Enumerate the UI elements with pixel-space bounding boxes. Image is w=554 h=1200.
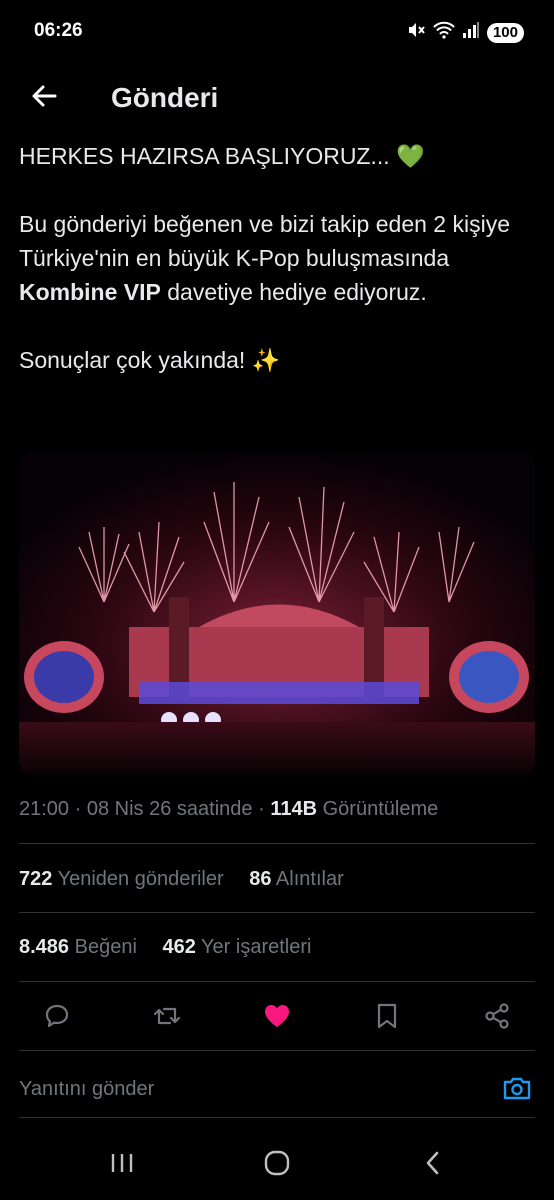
- views-label: Görüntüleme: [322, 798, 439, 820]
- wifi-icon: [433, 21, 455, 44]
- like-button[interactable]: [257, 998, 297, 1038]
- recent-apps-button[interactable]: [102, 1149, 142, 1181]
- stats-row-reposts: 722 Yeniden gönderiler 86 Alıntılar: [19, 868, 364, 891]
- reply-button[interactable]: [37, 998, 77, 1038]
- likes-count: 8.486: [19, 936, 70, 958]
- quotes-stat[interactable]: 86 Alıntılar: [249, 868, 344, 890]
- page-title: Gönderi: [111, 82, 219, 113]
- stats-row-likes: 8.486 Beğeni 462 Yer işaretleri: [19, 936, 331, 959]
- bookmark-icon: [374, 1002, 400, 1035]
- divider: [19, 1117, 535, 1118]
- post-paragraph-2: Bu gönderiyi beğenen ve bizi takip eden …: [19, 207, 539, 309]
- share-button[interactable]: [477, 998, 517, 1038]
- recent-apps-icon: [109, 1151, 135, 1180]
- repost-button[interactable]: [147, 998, 187, 1038]
- status-time: 06:26: [34, 20, 83, 41]
- action-bar: [19, 996, 535, 1040]
- post-time: 21:00: [19, 798, 70, 820]
- camera-icon: [502, 1074, 532, 1107]
- signal-icon: [462, 21, 480, 44]
- divider: [19, 1050, 535, 1051]
- header: Gönderi: [0, 64, 554, 134]
- back-button[interactable]: [24, 78, 64, 118]
- divider: [19, 912, 535, 913]
- reposts-stat[interactable]: 722 Yeniden gönderiler: [19, 868, 224, 890]
- post-media-image[interactable]: [19, 452, 535, 775]
- post-text: HERKES HAZIRSA BAŞLIYORUZ... 💚 Bu gönder…: [19, 139, 539, 377]
- repost-icon: [152, 1002, 182, 1035]
- battery-icon: 100: [486, 22, 524, 43]
- reply-input[interactable]: Yanıtını gönder: [19, 1078, 154, 1101]
- divider: [19, 981, 535, 982]
- bookmark-button[interactable]: [367, 998, 407, 1038]
- share-icon: [483, 1002, 511, 1035]
- camera-button[interactable]: [499, 1072, 535, 1108]
- likes-stat[interactable]: 8.486 Beğeni: [19, 936, 137, 958]
- mute-icon: [406, 20, 426, 45]
- meta-separator: ·: [74, 798, 82, 820]
- status-bar: 06:26 100: [0, 0, 554, 64]
- back-icon: [422, 1150, 444, 1181]
- status-icons: 100: [406, 20, 524, 45]
- divider: [19, 843, 535, 844]
- bookmarks-count: 462: [162, 936, 196, 958]
- post-text-part: Bu gönderiyi beğenen ve bizi takip eden …: [19, 211, 510, 271]
- like-icon: [262, 1002, 292, 1035]
- post-meta: 21:00 · 08 Nis 26 saatinde · 114B Görünt…: [19, 798, 438, 821]
- reply-composer[interactable]: Yanıtını gönder: [19, 1070, 535, 1110]
- post-line-1: HERKES HAZIRSA BAŞLIYORUZ... 💚: [19, 143, 425, 169]
- reply-icon: [43, 1002, 71, 1035]
- quotes-label: Alıntılar: [275, 868, 344, 890]
- meta-separator: ·: [258, 798, 265, 820]
- post-bold-text: Kombine VIP: [19, 279, 161, 305]
- bookmarks-stat[interactable]: 462 Yer işaretleri: [162, 936, 311, 958]
- likes-label: Beğeni: [74, 936, 137, 958]
- reposts-label: Yeniden gönderiler: [57, 868, 224, 890]
- arrow-left-icon: [30, 82, 58, 115]
- post-text-part: davetiye hediye ediyoruz.: [160, 279, 427, 305]
- home-icon: [263, 1149, 291, 1182]
- post-line-3: Sonuçlar çok yakında! ✨: [19, 347, 281, 373]
- views-count: 114B: [270, 798, 318, 820]
- quotes-count: 86: [249, 868, 272, 890]
- post-date: 08 Nis 26 saatinde: [86, 798, 253, 820]
- home-button[interactable]: [257, 1149, 297, 1181]
- reposts-count: 722: [19, 868, 53, 890]
- bookmarks-label: Yer işaretleri: [201, 936, 312, 958]
- system-navbar: [0, 1135, 554, 1200]
- system-back-button[interactable]: [413, 1149, 453, 1181]
